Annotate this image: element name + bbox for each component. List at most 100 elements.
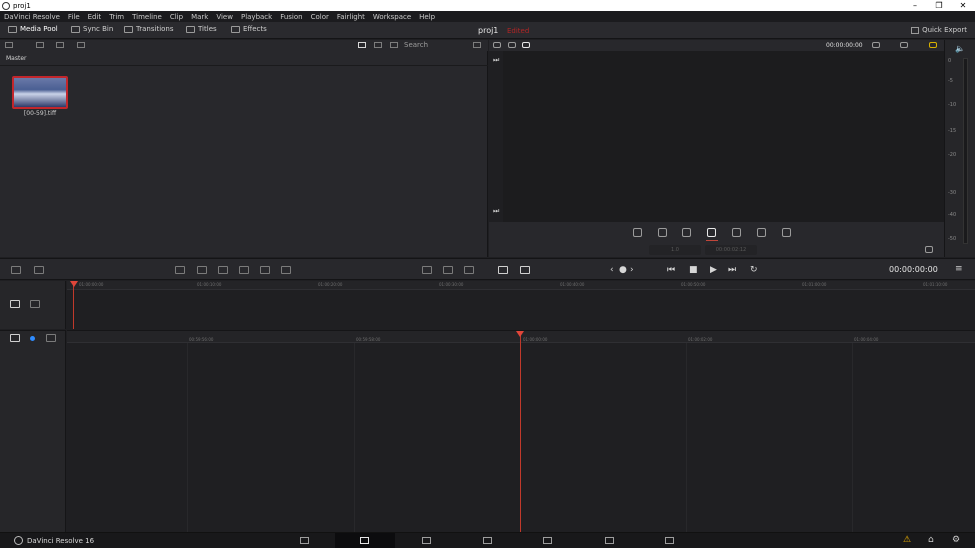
loop-icon[interactable] [929,42,937,48]
clip-options-icon[interactable] [925,246,933,253]
timeline-ruler[interactable]: 01:00:00:00 01:00:10:00 01:00:20:00 01:0… [67,281,975,290]
lower-timeline[interactable]: 00:59:56:00 00:59:58:00 01:00:00:00 01:0… [67,330,975,533]
append-icon[interactable] [197,266,207,274]
menu-icon[interactable]: ≡ [955,264,963,274]
gear-icon[interactable]: ⚙ [952,535,960,545]
bin-list-icon[interactable] [5,42,13,48]
linked-selection-icon[interactable] [10,334,20,342]
resolve-app-icon [2,1,10,10]
smart-insert-icon[interactable] [175,266,185,274]
edit-mode-icon[interactable] [498,266,508,274]
menu-clip[interactable]: Clip [166,13,187,21]
color-page-icon [543,537,552,544]
bin-name[interactable]: Master [6,55,27,62]
warning-icon[interactable]: ⚠ [903,535,911,545]
maximize-button[interactable]: ❐ [927,0,951,11]
viewer[interactable]: ⏭ ⏭ [489,51,944,222]
menu-trim[interactable]: Trim [105,13,128,21]
menu-davinci-resolve[interactable]: DaVinci Resolve [0,13,64,21]
page-media[interactable] [285,533,325,548]
audio-track-icon[interactable] [30,300,40,308]
page-cut[interactable] [335,533,395,548]
timeline-options-icon[interactable] [11,266,21,274]
scissors-icon[interactable] [34,266,44,274]
playhead-dot-icon[interactable]: ● [619,265,627,275]
menu-color[interactable]: Color [307,13,333,21]
page-color[interactable] [528,533,568,548]
playhead-marker[interactable] [516,331,524,337]
refresh-icon[interactable] [77,42,85,48]
metadata-view-icon[interactable] [374,42,382,48]
sync-bin-button[interactable]: Sync Bin [71,25,113,33]
mark-in-icon[interactable]: ⏭ [493,56,499,65]
link-icon[interactable] [782,228,791,237]
transitions-button[interactable]: Transitions [124,25,174,33]
timeline-viewer-icon[interactable] [522,42,530,48]
menu-fusion[interactable]: Fusion [276,13,306,21]
video-track-icon[interactable] [46,334,56,342]
menu-workspace[interactable]: Workspace [369,13,415,21]
source-overwrite-icon[interactable] [281,266,291,274]
stabilize-icon[interactable] [732,228,741,237]
menu-view[interactable]: View [212,13,237,21]
flag-icon[interactable] [30,336,35,341]
loop-playback-icon[interactable]: ↻ [750,265,758,275]
ruler-tick: 01:00:20:00 [318,282,343,287]
duration-field[interactable]: 00:00:02:12 [705,245,757,255]
home-icon[interactable]: ⌂ [928,535,934,545]
viewer-layout-icon[interactable] [493,42,501,48]
upper-timeline[interactable]: 01:00:00:00 01:00:10:00 01:00:20:00 01:0… [67,281,975,329]
mark-out-icon[interactable]: ⏭ [493,207,499,216]
search-input[interactable]: Search [404,41,466,50]
page-fairlight[interactable] [590,533,630,548]
clip-thumbnail[interactable] [12,76,68,109]
sort-icon[interactable] [473,42,481,48]
close-button[interactable]: ✕ [951,0,975,11]
menu-file[interactable]: File [64,13,84,21]
titles-button[interactable]: Titles [186,25,217,33]
prev-clip-icon[interactable]: ‹ [610,265,614,275]
transform-icon[interactable] [633,228,642,237]
page-fusion[interactable] [468,533,508,548]
viewer-mode-icon[interactable] [900,42,908,48]
settings-sliders-icon[interactable] [520,266,530,274]
speaker-icon[interactable]: 🔈 [955,44,965,53]
source-viewer-icon[interactable] [508,42,516,48]
menu-timeline[interactable]: Timeline [128,13,166,21]
menu-fairlight[interactable]: Fairlight [333,13,369,21]
smart-bin-icon[interactable] [56,42,64,48]
quick-export-button[interactable]: Quick Export [911,26,967,34]
ripple-overwrite-icon[interactable] [218,266,228,274]
timeline-view-icon[interactable] [464,266,474,274]
custom-view-icon[interactable] [422,266,432,274]
menu-playback[interactable]: Playback [237,13,276,21]
page-edit[interactable] [407,533,447,548]
effects-button[interactable]: Effects [231,25,267,33]
zoom-pan-icon[interactable] [757,228,766,237]
zoom-icon[interactable] [872,42,880,48]
menu-edit[interactable]: Edit [84,13,106,21]
page-deliver[interactable] [650,533,690,548]
media-pool-button[interactable]: Media Pool [8,25,58,33]
skip-to-start-icon[interactable]: ⏮ [667,265,675,275]
minimize-button[interactable]: – [903,0,927,11]
window-title: proj1 [13,1,31,10]
list-view-icon[interactable] [390,42,398,48]
playhead-marker[interactable] [70,281,78,287]
speed-field[interactable]: 1.0 [649,245,701,255]
play-icon[interactable]: ▶ [710,265,717,275]
menu-help[interactable]: Help [415,13,439,21]
crop-icon[interactable] [658,228,667,237]
stop-icon[interactable]: ■ [689,265,698,275]
close-up-icon[interactable] [239,266,249,274]
audio-icon[interactable] [682,228,691,237]
speed-icon[interactable] [707,228,716,237]
skip-to-end-icon[interactable]: ⏭ [728,265,736,275]
menu-mark[interactable]: Mark [187,13,212,21]
new-bin-icon[interactable] [36,42,44,48]
place-on-top-icon[interactable] [260,266,270,274]
next-clip-icon[interactable]: › [630,265,634,275]
thumbnail-view-icon[interactable] [358,42,366,48]
snap-view-icon[interactable] [443,266,453,274]
add-track-icon[interactable] [10,300,20,308]
